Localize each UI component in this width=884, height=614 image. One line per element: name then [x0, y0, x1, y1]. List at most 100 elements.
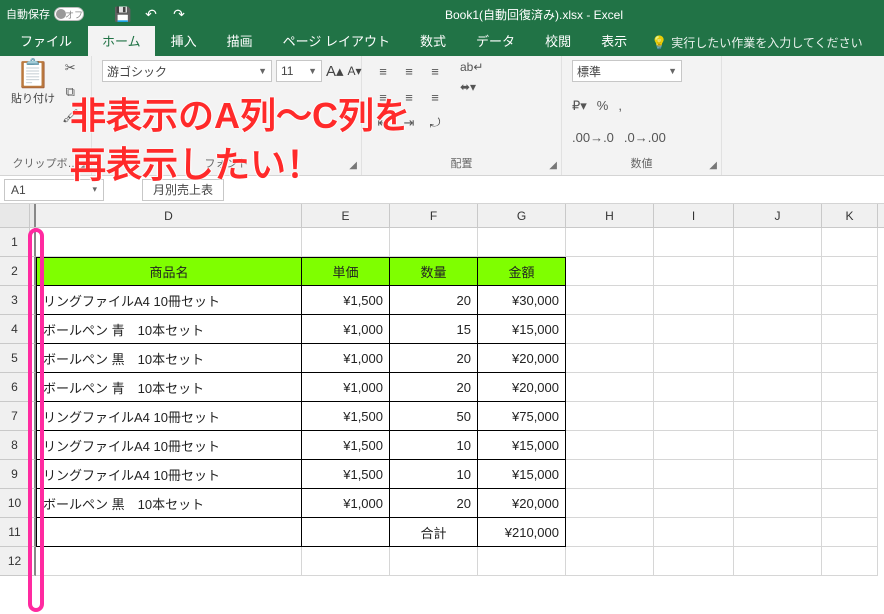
cell[interactable]	[654, 518, 734, 547]
data-cell[interactable]: ボールペン 黒 10本セット	[36, 344, 302, 373]
cell[interactable]	[302, 547, 390, 576]
col-head-E[interactable]: E	[302, 204, 390, 227]
col-head-H[interactable]: H	[566, 204, 654, 227]
data-cell[interactable]: ¥1,500	[302, 286, 390, 315]
cell[interactable]	[734, 228, 822, 257]
paste-button[interactable]: 📋 貼り付け	[10, 60, 56, 106]
cell[interactable]	[822, 489, 878, 518]
cell[interactable]	[566, 460, 654, 489]
cell[interactable]	[390, 228, 478, 257]
cut-icon[interactable]: ✂	[65, 60, 76, 76]
cell[interactable]	[566, 402, 654, 431]
cell[interactable]	[734, 315, 822, 344]
row-head[interactable]: 10	[0, 489, 30, 518]
row-head[interactable]: 1	[0, 228, 30, 257]
col-head-I[interactable]: I	[654, 204, 734, 227]
col-head-J[interactable]: J	[734, 204, 822, 227]
tab-pagelayout[interactable]: ページ レイアウト	[269, 26, 404, 56]
cell[interactable]	[36, 518, 302, 547]
data-cell[interactable]: 20	[390, 489, 478, 518]
wrap-text-icon[interactable]: ab↵	[460, 60, 483, 74]
data-cell[interactable]: 20	[390, 286, 478, 315]
data-cell[interactable]: リングファイルA4 10冊セット	[36, 460, 302, 489]
cell[interactable]	[654, 344, 734, 373]
decrease-decimal-icon[interactable]: .0→.00	[624, 130, 666, 145]
row-head[interactable]: 2	[0, 257, 30, 286]
data-cell[interactable]: 10	[390, 431, 478, 460]
cell[interactable]	[654, 257, 734, 286]
cell[interactable]	[478, 547, 566, 576]
col-head-K[interactable]: K	[822, 204, 878, 227]
data-cell[interactable]: ¥20,000	[478, 344, 566, 373]
col-head-D[interactable]: D	[36, 204, 302, 227]
align-top-icon[interactable]: ≡	[372, 60, 394, 82]
tab-insert[interactable]: 挿入	[157, 26, 211, 56]
data-cell[interactable]: ¥1,000	[302, 373, 390, 402]
data-cell[interactable]: ¥1,500	[302, 402, 390, 431]
sheet-tab-selector[interactable]: 月別売上表	[142, 179, 224, 201]
header-cell[interactable]: 単価	[302, 257, 390, 286]
save-icon[interactable]: 💾	[112, 6, 134, 23]
cell[interactable]	[654, 460, 734, 489]
cell[interactable]	[822, 547, 878, 576]
cell[interactable]	[734, 431, 822, 460]
align-center-icon[interactable]: ≡	[398, 86, 420, 108]
data-cell[interactable]: 10	[390, 460, 478, 489]
row-head[interactable]: 9	[0, 460, 30, 489]
cell[interactable]	[566, 286, 654, 315]
cell[interactable]	[566, 257, 654, 286]
data-cell[interactable]: ¥30,000	[478, 286, 566, 315]
data-cell[interactable]: ¥1,500	[302, 431, 390, 460]
header-cell[interactable]: 商品名	[36, 257, 302, 286]
comma-format-icon[interactable]: ,	[618, 98, 622, 114]
cell[interactable]	[822, 315, 878, 344]
cell[interactable]	[566, 344, 654, 373]
data-cell[interactable]: ¥75,000	[478, 402, 566, 431]
cell[interactable]	[822, 402, 878, 431]
cell[interactable]	[566, 431, 654, 460]
cell[interactable]	[654, 489, 734, 518]
col-head-F[interactable]: F	[390, 204, 478, 227]
cell[interactable]	[822, 257, 878, 286]
worksheet[interactable]: D E F G H I J K 1 2 商品名 単価 数量 金額	[0, 204, 884, 576]
redo-icon[interactable]: ↷	[168, 6, 190, 23]
cell[interactable]	[566, 373, 654, 402]
cell[interactable]	[478, 228, 566, 257]
font-launcher-icon[interactable]: ◢	[349, 160, 357, 171]
tell-me-search[interactable]: 💡 実行したい作業を入力してください	[643, 29, 870, 56]
cell[interactable]	[734, 518, 822, 547]
copy-icon[interactable]: ⧉	[66, 84, 75, 100]
data-cell[interactable]: リングファイルA4 10冊セット	[36, 402, 302, 431]
total-value-cell[interactable]: ¥210,000	[478, 518, 566, 547]
autosave-toggle[interactable]: 自動保存 オフ	[6, 6, 106, 22]
cell[interactable]	[822, 460, 878, 489]
data-cell[interactable]: リングファイルA4 10冊セット	[36, 431, 302, 460]
accounting-format-icon[interactable]: ₽▾	[572, 98, 587, 114]
cell[interactable]	[734, 402, 822, 431]
row-head[interactable]: 7	[0, 402, 30, 431]
cell[interactable]	[822, 518, 878, 547]
data-cell[interactable]: ¥1,500	[302, 460, 390, 489]
row-head[interactable]: 5	[0, 344, 30, 373]
cell[interactable]	[734, 489, 822, 518]
cell[interactable]	[822, 344, 878, 373]
cell[interactable]	[822, 431, 878, 460]
data-cell[interactable]: ¥15,000	[478, 315, 566, 344]
undo-icon[interactable]: ↶	[140, 6, 162, 23]
data-cell[interactable]: ¥15,000	[478, 431, 566, 460]
cell[interactable]	[566, 489, 654, 518]
cell[interactable]	[654, 315, 734, 344]
cell[interactable]	[822, 373, 878, 402]
merge-center-icon[interactable]: ⬌▾	[460, 80, 483, 94]
cell[interactable]	[390, 547, 478, 576]
row-head[interactable]: 3	[0, 286, 30, 315]
col-head-G[interactable]: G	[478, 204, 566, 227]
data-cell[interactable]: 20	[390, 373, 478, 402]
cell[interactable]	[734, 373, 822, 402]
cell[interactable]	[822, 286, 878, 315]
cell[interactable]	[654, 373, 734, 402]
align-right-icon[interactable]: ≡	[424, 86, 446, 108]
cell[interactable]	[302, 228, 390, 257]
clipboard-launcher-icon[interactable]: ◢	[79, 160, 87, 171]
row-head[interactable]: 4	[0, 315, 30, 344]
